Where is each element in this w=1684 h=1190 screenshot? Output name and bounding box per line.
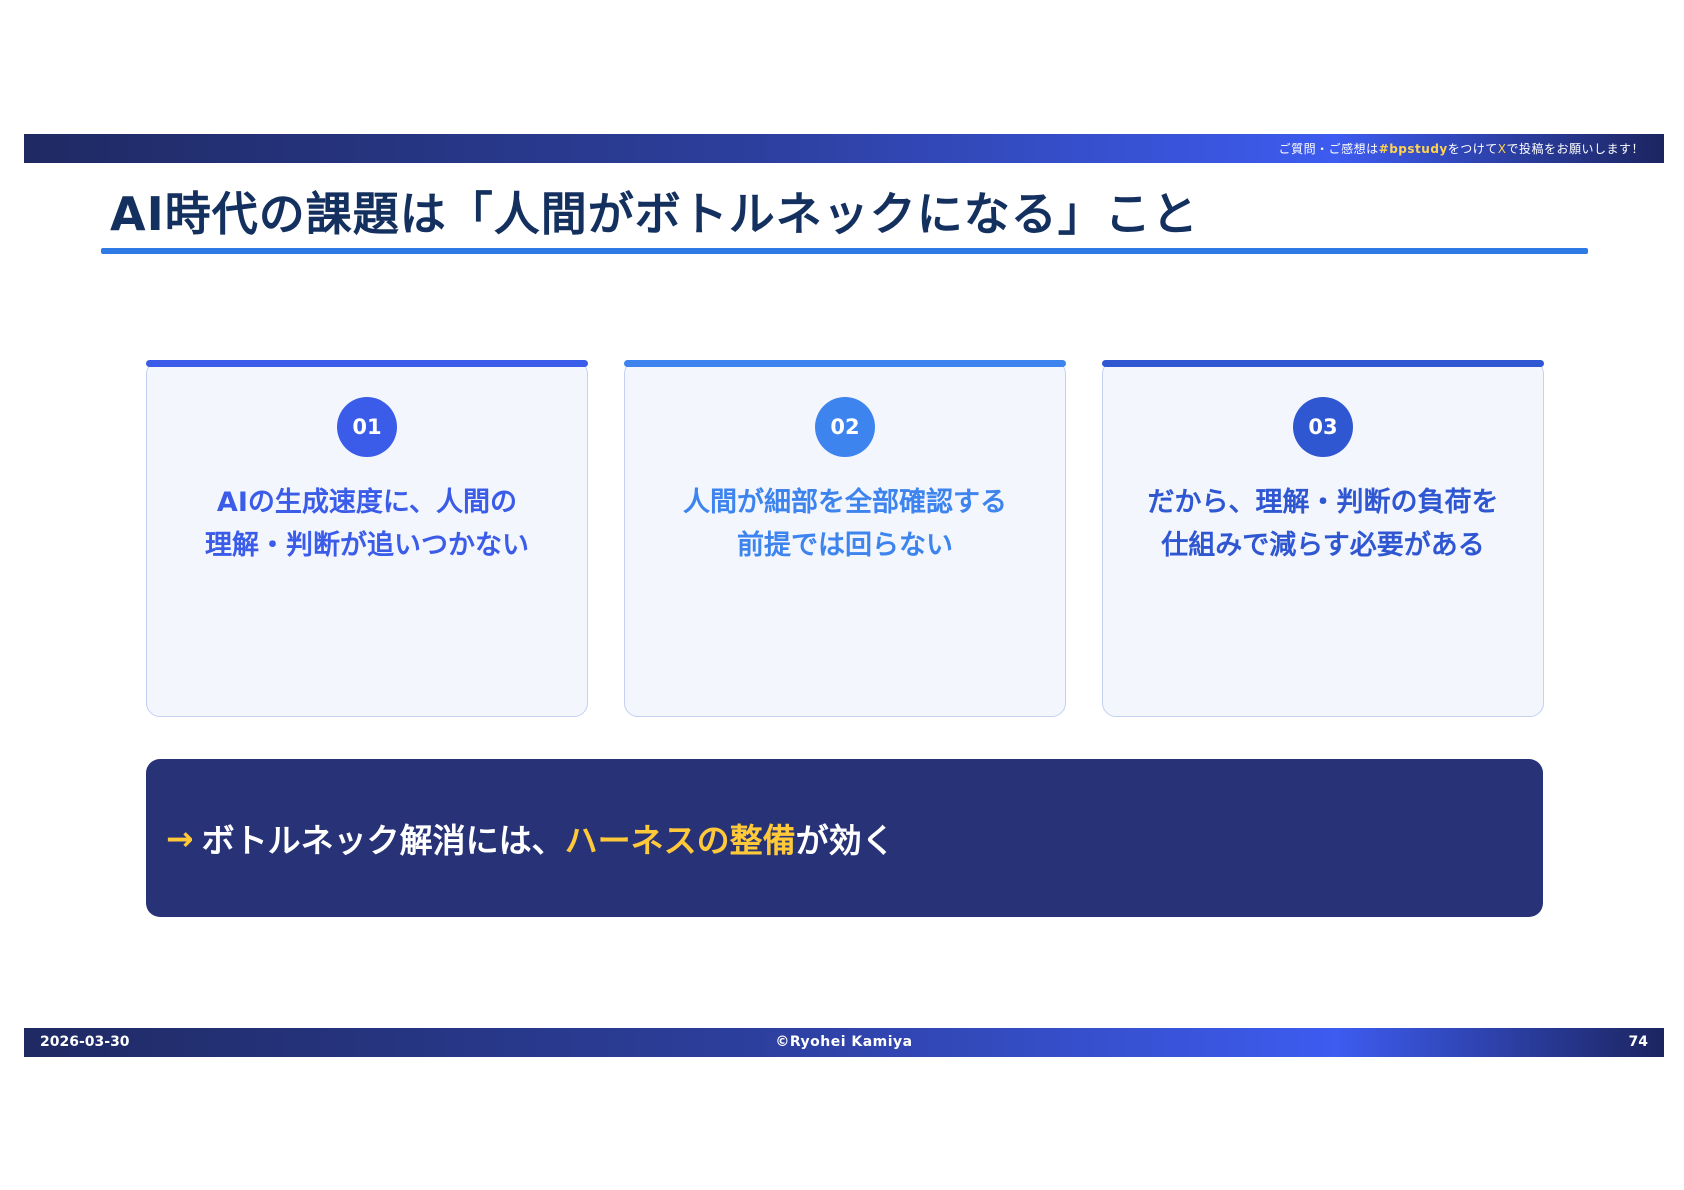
footer-copyright: ©Ryohei Kamiya [775, 1034, 913, 1050]
conclusion-highlight: ハーネスの整備 [564, 821, 796, 860]
card-accent-bar [624, 360, 1066, 367]
problem-card-1: 01 AIの生成速度に、人間の 理解・判断が追いつかない [146, 360, 588, 717]
card-accent-bar [1102, 360, 1544, 367]
header-suffix: で投稿をお願いします！ [1506, 142, 1644, 156]
title-underline [101, 248, 1588, 254]
card-text: 人間が細部を全部確認する 前提では回らない [645, 481, 1045, 567]
arrow-right-icon: → [166, 818, 194, 858]
number-badge: 01 [337, 397, 397, 457]
footer-bar: 2026-03-30 ©Ryohei Kamiya 74 [24, 1028, 1664, 1057]
card-line-2: 前提では回らない [737, 530, 953, 561]
header-bar: ご質問・ご感想は #bpstudy をつけて X で投稿をお願いします！ [24, 134, 1664, 163]
card-accent-bar [146, 360, 588, 367]
card-line-1: 人間が細部を全部確認する [683, 487, 1007, 518]
conclusion-tail: が効く [795, 821, 895, 860]
slide-title: AI時代の課題は「人間がボトルネックになる」こと [110, 187, 1199, 241]
problem-card-2: 02 人間が細部を全部確認する 前提では回らない [624, 360, 1066, 717]
problem-card-3: 03 だから、理解・判断の負荷を 仕組みで減らす必要がある [1102, 360, 1544, 717]
conclusion-lead: ボトルネック解消には、 [201, 821, 565, 860]
card-line-1: AIの生成速度に、人間の [216, 487, 518, 518]
card-line-2: 仕組みで減らす必要がある [1161, 530, 1485, 561]
number-badge: 03 [1293, 397, 1353, 457]
hashtag-text: #bpstudy [1378, 141, 1448, 156]
card-line-2: 理解・判断が追いつかない [205, 530, 529, 561]
header-middle: をつけて [1447, 142, 1498, 156]
number-badge: 02 [815, 397, 875, 457]
header-prefix: ご質問・ご感想は [1278, 142, 1379, 156]
card-text: AIの生成速度に、人間の 理解・判断が追いつかない [167, 481, 567, 567]
platform-name: X [1497, 141, 1507, 156]
card-line-1: だから、理解・判断の負荷を [1147, 487, 1499, 518]
card-text: だから、理解・判断の負荷を 仕組みで減らす必要がある [1123, 481, 1523, 567]
page-number: 74 [1628, 1034, 1648, 1050]
conclusion-banner: → ボトルネック解消には、 ハーネスの整備 が効く [146, 759, 1543, 917]
